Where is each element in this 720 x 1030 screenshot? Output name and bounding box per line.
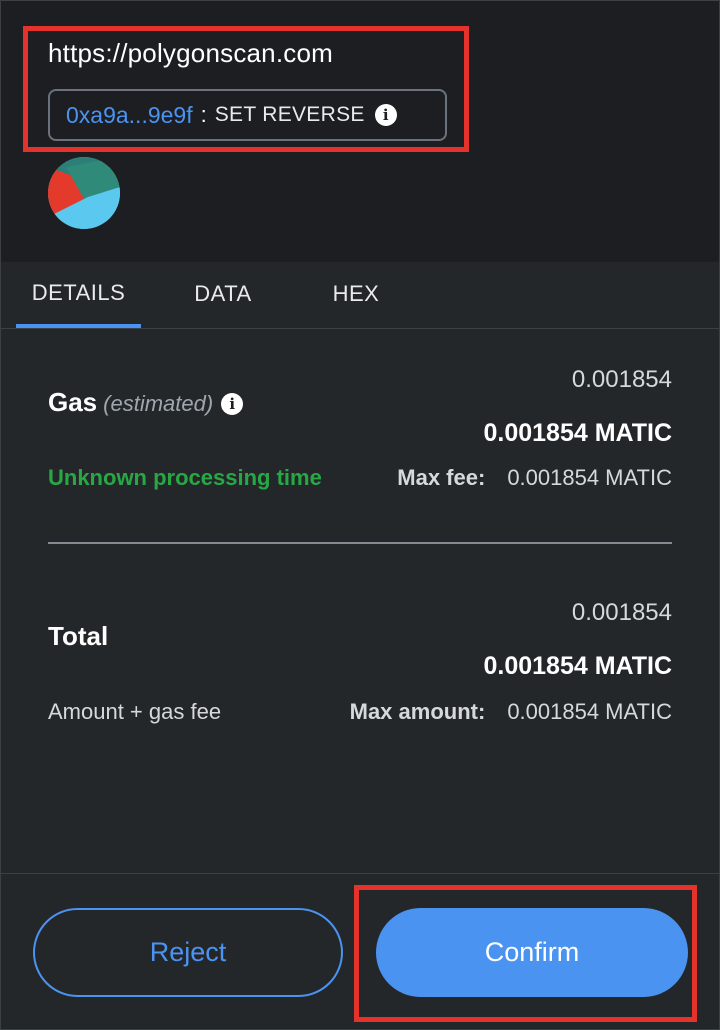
highlight-box-confirm xyxy=(354,885,697,1022)
gas-info-icon[interactable]: i xyxy=(221,393,244,415)
max-fee-value: 0.001854 MATIC xyxy=(507,465,672,490)
account-avatar xyxy=(48,157,120,229)
total-sub-label: Amount + gas fee xyxy=(48,699,222,724)
max-amount-value: 0.001854 MATIC xyxy=(507,699,672,724)
max-amount-line: Max amount: 0.001854 MATIC xyxy=(350,699,672,725)
max-amount-label: Max amount: xyxy=(349,699,486,724)
gas-label-group: Gas (estimated) i xyxy=(48,387,244,418)
section-divider xyxy=(48,542,672,544)
tab-data[interactable]: DATA xyxy=(170,262,276,326)
total-label: Total xyxy=(48,621,109,651)
total-value-bold: 0.001854 MATIC xyxy=(483,652,672,680)
highlight-box-header xyxy=(23,26,469,152)
tab-bar: DETAILS DATA HEX xyxy=(0,262,720,329)
gas-estimated-label: (estimated) xyxy=(103,391,214,416)
processing-time: Unknown processing time xyxy=(48,465,322,490)
gas-value: 0.001854 xyxy=(571,366,672,393)
max-fee-line: Max fee: 0.001854 MATIC xyxy=(397,465,672,491)
max-fee-label: Max fee: xyxy=(397,465,486,490)
reject-button[interactable]: Reject xyxy=(33,908,343,997)
tab-hex[interactable]: HEX xyxy=(304,262,408,326)
gas-value-bold: 0.001854 MATIC xyxy=(483,419,672,447)
footer-divider xyxy=(0,873,720,874)
tab-details[interactable]: DETAILS xyxy=(16,262,141,328)
gas-label: Gas xyxy=(48,387,98,417)
total-value: 0.001854 xyxy=(571,599,672,626)
